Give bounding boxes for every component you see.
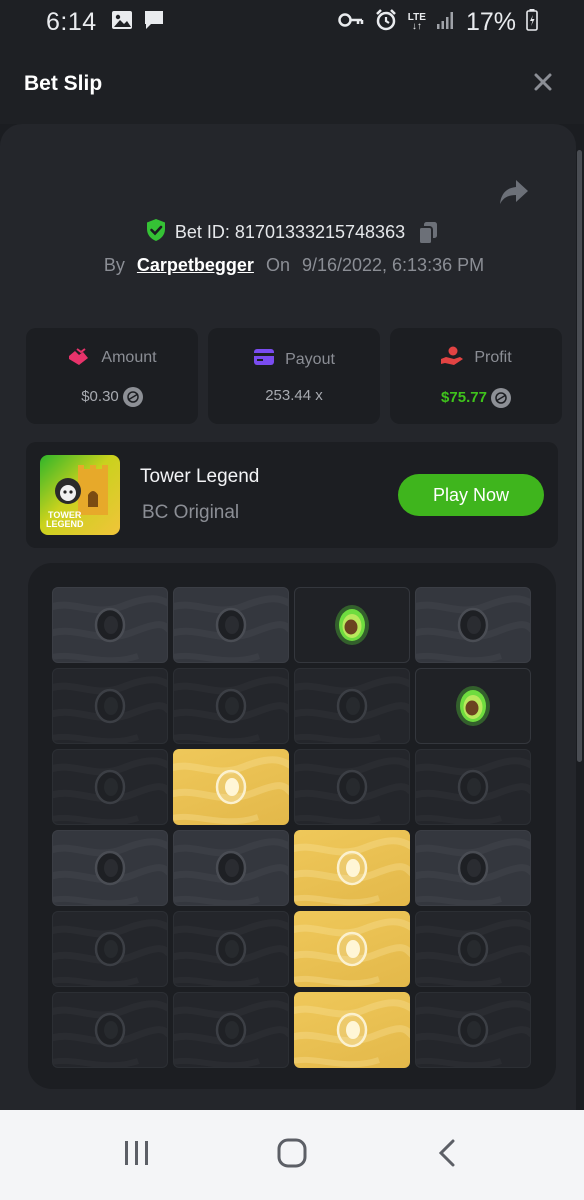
game-board [28, 563, 556, 1089]
tile-r4-c2 [173, 830, 289, 906]
tile-r2-c2 [173, 668, 289, 744]
alarm-icon [374, 8, 398, 37]
tile-r5-c1 [52, 911, 168, 987]
key-icon [338, 12, 364, 33]
game-name[interactable]: Tower Legend [140, 466, 259, 488]
amount-icon [67, 346, 91, 371]
status-time: 6:14 [46, 7, 97, 36]
tile-r1-c4 [415, 587, 531, 663]
by-label: By [103, 255, 125, 275]
page-title: Bet Slip [24, 72, 103, 95]
copy-bet-id-button[interactable] [417, 221, 439, 245]
tile-r2-c1 [52, 668, 168, 744]
tile-r3-c3 [294, 749, 410, 825]
system-nav-bar [0, 1110, 584, 1200]
game-info-row: TOWER LEGEND Tower Legend BC Original Pl… [26, 442, 558, 548]
status-bar: 6:14 LTE ↓↑ 17% [0, 0, 584, 44]
back-icon [436, 1138, 458, 1173]
tile-r3-c1 [52, 749, 168, 825]
profit-value: $75.77 [441, 389, 487, 406]
payout-card-icon [253, 348, 275, 371]
tile-r4-c1 [52, 830, 168, 906]
bet-meta-row: By Carpetbegger On 9/16/2022, 6:13:36 PM [0, 255, 576, 276]
tile-r6-c1 [52, 992, 168, 1068]
on-label: On [265, 255, 290, 275]
play-now-button[interactable]: Play Now [398, 474, 544, 516]
message-icon [143, 9, 165, 36]
bet-slip-header: Bet Slip [0, 44, 584, 124]
recent-apps-icon [122, 1139, 152, 1172]
copy-icon [417, 221, 439, 249]
coin-icon [122, 386, 143, 407]
tile-r2-c3 [294, 668, 410, 744]
shield-check-icon [145, 218, 167, 247]
user-link[interactable]: Carpetbegger [137, 255, 254, 276]
amount-value: $0.30 [81, 388, 119, 405]
bet-id-row: Bet ID: 81701333215748363 [0, 218, 576, 247]
network-type: LTE ↓↑ [407, 12, 426, 32]
recent-apps-button[interactable] [117, 1135, 157, 1175]
scrollbar[interactable] [577, 150, 582, 762]
profit-stat: Profit $75.77 [390, 328, 562, 424]
home-button[interactable] [272, 1135, 312, 1175]
close-button[interactable] [526, 67, 560, 101]
tile-r4-c3-selected [294, 830, 410, 906]
battery-percent: 17% [465, 7, 516, 36]
close-icon [533, 72, 553, 97]
profit-label: Profit [474, 349, 512, 366]
amount-stat: Amount $0.30 [26, 328, 198, 424]
profit-hand-icon [440, 345, 464, 372]
tile-r3-c4 [415, 749, 531, 825]
tile-r6-c3-selected [294, 992, 410, 1068]
signal-icon [436, 10, 456, 35]
payout-value: 253.44 x [265, 387, 323, 404]
payout-stat: Payout 253.44 x [208, 328, 380, 424]
game-thumb-caption-2: LEGEND [46, 519, 84, 529]
tile-r1-c3-avocado [294, 587, 410, 663]
home-icon [276, 1137, 308, 1174]
back-button[interactable] [427, 1135, 467, 1175]
image-icon [111, 10, 133, 35]
share-icon [498, 180, 530, 210]
coin-icon [490, 387, 511, 408]
bet-datetime: 9/16/2022, 6:13:36 PM [301, 255, 485, 275]
tile-r1-c1 [52, 587, 168, 663]
tile-grid [52, 587, 531, 1068]
game-thumbnail[interactable]: TOWER LEGEND [40, 455, 120, 535]
tile-r1-c2 [173, 587, 289, 663]
tile-r4-c4 [415, 830, 531, 906]
tile-r3-c2-selected [173, 749, 289, 825]
tile-r5-c4 [415, 911, 531, 987]
amount-label: Amount [101, 349, 157, 366]
tile-r6-c4 [415, 992, 531, 1068]
game-provider: BC Original [142, 502, 240, 523]
tile-r2-c4-avocado [415, 668, 531, 744]
share-button[interactable] [498, 178, 532, 208]
bet-id: Bet ID: 81701333215748363 [174, 222, 406, 242]
tile-r5-c3-selected [294, 911, 410, 987]
tile-r6-c2 [173, 992, 289, 1068]
tile-r5-c2 [173, 911, 289, 987]
bet-stats: Amount $0.30 Payout 253.44 x Profit $75.… [26, 328, 562, 424]
payout-label: Payout [285, 350, 335, 368]
battery-icon [526, 8, 538, 36]
